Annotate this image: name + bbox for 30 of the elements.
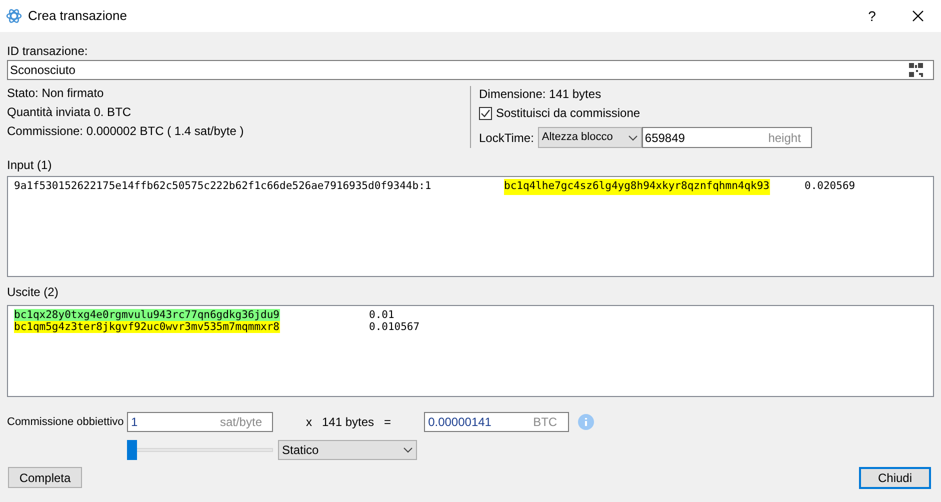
input-address: bc1q4lhe7gc4sz6lg4yg8h94xkyr8qznfqhmn4qk93: [504, 179, 770, 195]
fee-mode-dropdown[interactable]: Statico: [278, 440, 417, 460]
output-amount: 0.010567: [369, 321, 420, 333]
equals-sign: =: [384, 414, 392, 431]
txid-field[interactable]: Sconosciuto: [7, 60, 934, 80]
close-button[interactable]: Chiudi: [859, 467, 931, 489]
help-button[interactable]: ?: [849, 0, 895, 32]
txid-label: ID transazione:: [7, 43, 89, 60]
info-text: Stato: Non firmato: [7, 85, 105, 102]
output-address: bc1qx28y0txg4e0rgmvulu943rc77qn6gdkg36jdu9: [14, 309, 280, 321]
rbf-label: Sostituisci da commissione: [496, 105, 640, 122]
locktime-label: LockTime:: [479, 130, 534, 146]
complete-button[interactable]: Completa: [8, 467, 82, 488]
input-outpoint: 9a1f530152622175e14ffb62c50575c222b62f1c66de526ae7916935d0f9344b:1: [14, 179, 432, 194]
window-title: Crea transazione: [28, 7, 127, 26]
fee-total-field[interactable]: 0.00000141 BTC: [424, 412, 570, 432]
outputs-label: Uscite (2): [7, 285, 60, 301]
times-sign: x: [306, 414, 312, 431]
fee-rate-field[interactable]: 1 sat/byte: [127, 412, 273, 432]
fee-label: Commissione obbiettivo: [7, 414, 125, 430]
input-amount: 0.020569: [804, 179, 856, 194]
locktime-type-dropdown[interactable]: Altezza blocco: [538, 127, 642, 148]
info-text: Commissione: 0.000002 BTC ( 1.4 sat/byte ): [7, 123, 245, 140]
fee-size-text: 141 bytes: [322, 414, 374, 431]
size-text: Dimensione: 141 bytes: [479, 86, 602, 103]
info-text: Quantità inviata 0. BTC: [7, 104, 132, 121]
output-amount: 0.01: [369, 309, 394, 321]
output-address: bc1qm5g4z3ter8jkgvf92uc0wvr3mv535m7mqmmxr8: [14, 321, 280, 333]
locktime-field[interactable]: 659849 height: [642, 127, 812, 148]
inputs-label: Input (1): [7, 157, 53, 174]
